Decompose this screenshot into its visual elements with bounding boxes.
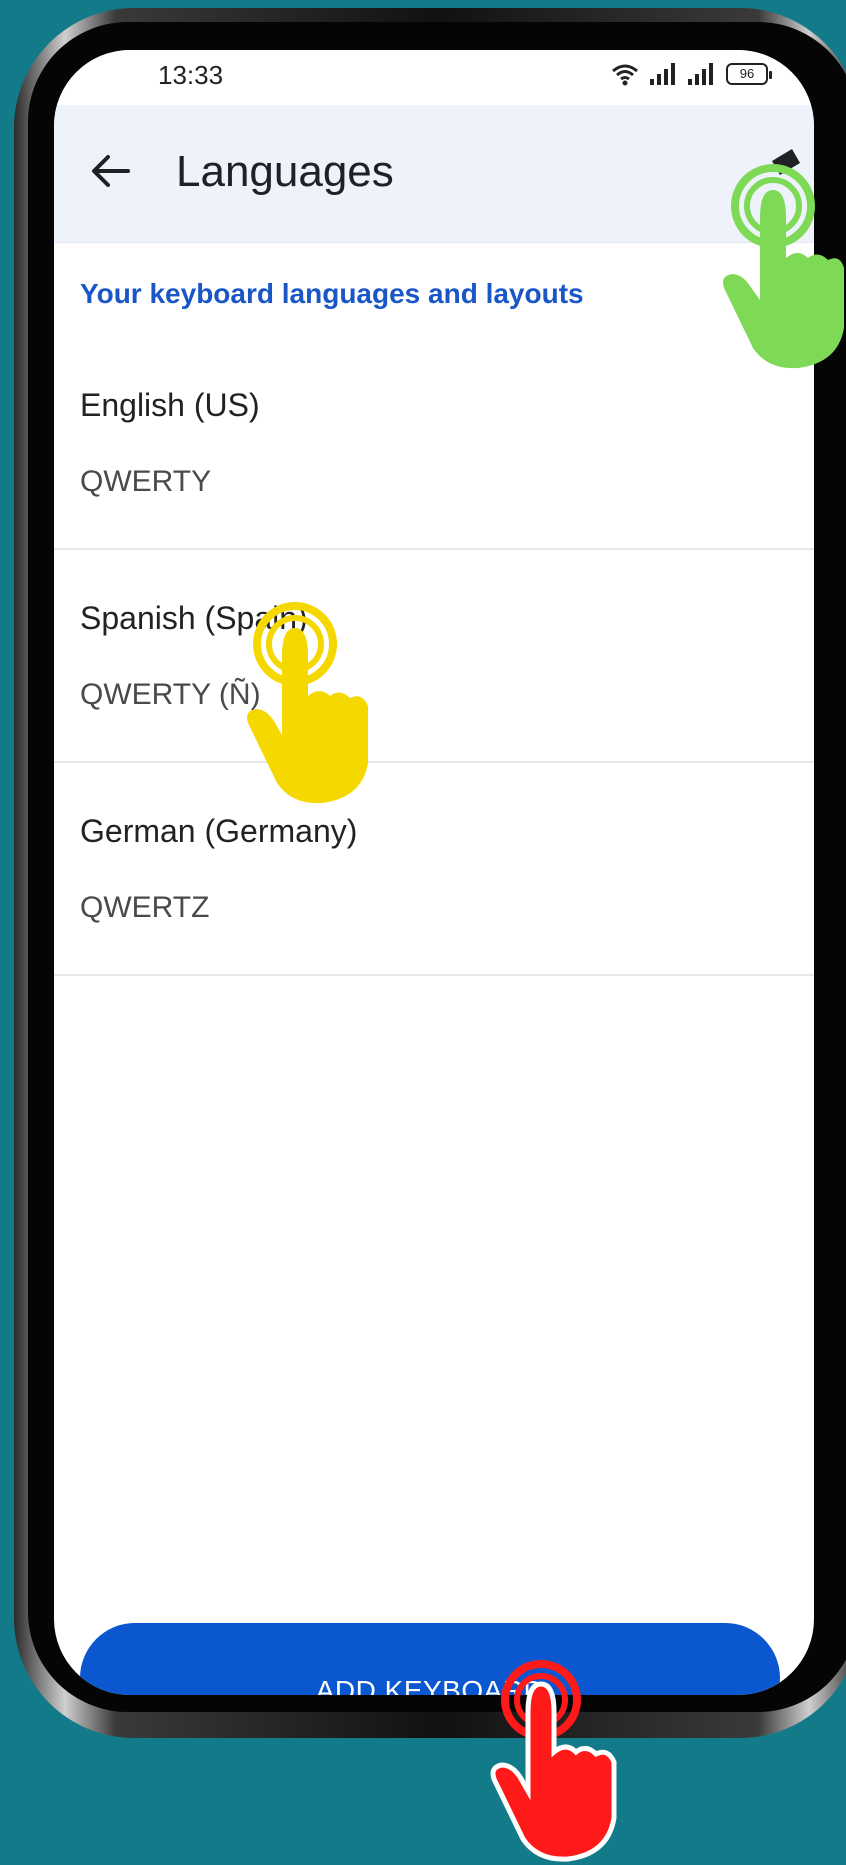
status-icons: 96 [610,62,772,86]
language-name: English (US) [80,387,260,423]
section-header: Your keyboard languages and layouts [80,278,584,309]
tap-hand-red-icon [490,1660,617,1862]
page-title: Languages [176,147,394,196]
status-bar: 13:33 96 [54,50,814,105]
app-bar: Languages [54,105,814,243]
language-layout: QWERTY [80,465,212,498]
battery-icon: 96 [726,63,772,85]
signal-icon [688,63,713,85]
add-keyboard-button[interactable]: ADD KEYBOARD [80,1623,780,1695]
tap-hand-green-icon [723,164,844,369]
language-row-german[interactable]: German (Germany) QWERTZ [54,763,814,976]
back-button[interactable] [84,145,136,197]
language-row-spanish[interactable]: Spanish (Spain) QWERTY (Ñ) [54,550,814,763]
language-name: German (Germany) [80,813,358,849]
language-layout: QWERTZ [80,891,210,924]
language-row-english[interactable]: English (US) QWERTY [54,337,814,550]
back-arrow-icon [92,155,130,187]
language-layout: QWERTY (Ñ) [80,678,261,711]
wifi-icon [612,64,638,86]
tap-hand-yellow-icon [247,602,368,804]
status-time: 13:33 [158,60,224,90]
signal-icon [650,63,675,85]
phone-screen: 13:33 96 Languages Your keyboard languag… [54,50,814,1695]
